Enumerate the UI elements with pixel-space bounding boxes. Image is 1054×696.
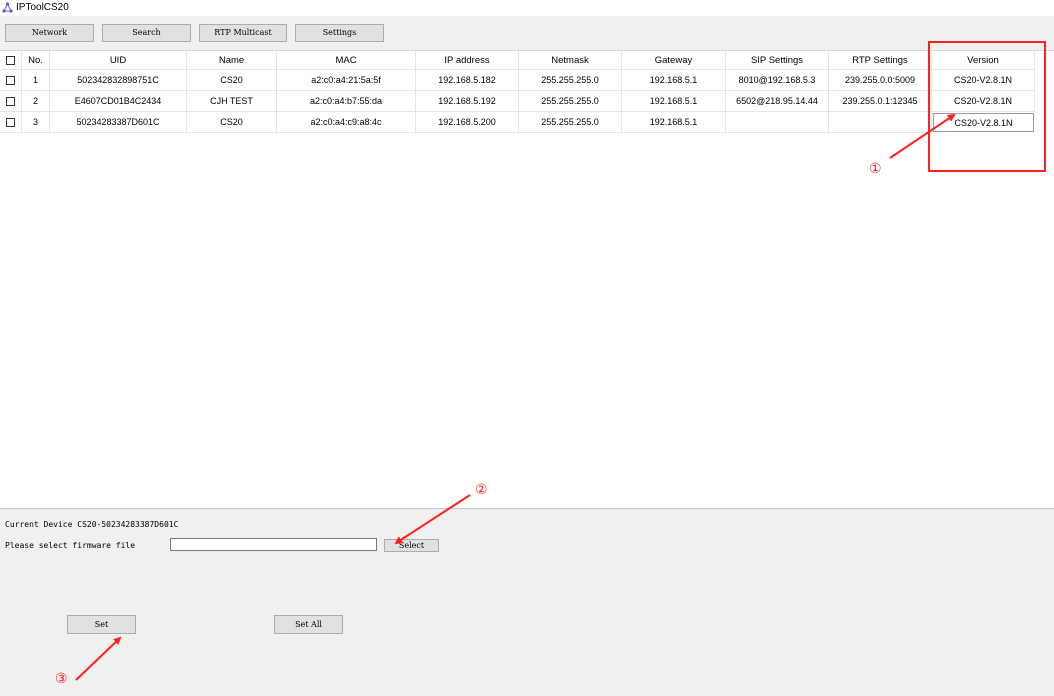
step2-number: ② (475, 481, 488, 497)
firmware-file-input[interactable] (170, 538, 377, 551)
cell-sip: 6502@218.95.14.44 (726, 91, 829, 112)
table-row[interactable]: 1 502342832898751C CS20 a2:c0:a4:21:5a:5… (0, 70, 1054, 91)
column-header-ip[interactable]: IP address (416, 51, 519, 70)
step1-number: ① (869, 160, 882, 176)
column-header-gateway[interactable]: Gateway (622, 51, 726, 70)
set-button[interactable]: Set (67, 615, 136, 634)
table-row[interactable]: 2 E4607CD01B4C2434 CJH TEST a2:c0:a4:b7:… (0, 91, 1054, 112)
settings-button[interactable]: Settings (295, 24, 384, 42)
cell-sip: 8010@192.168.5.3 (726, 70, 829, 91)
cell-uid: E4607CD01B4C2434 (50, 91, 187, 112)
current-device-label: Current Device CS20-50234283387D601C (5, 520, 179, 529)
cell-name: CS20 (187, 112, 277, 133)
table-header: No. UID Name MAC IP address Netmask Gate… (0, 51, 1054, 70)
network-app-icon (2, 2, 13, 13)
device-table: No. UID Name MAC IP address Netmask Gate… (0, 50, 1054, 509)
title-bar: IPToolCS20 (0, 0, 1054, 16)
column-header-rtp[interactable]: RTP Settings (829, 51, 932, 70)
cell-sip (726, 112, 829, 133)
cell-no: 3 (22, 112, 50, 133)
table-row[interactable]: 3 50234283387D601C CS20 a2:c0:a4:c9:a8:4… (0, 112, 1054, 133)
search-button[interactable]: Search (102, 24, 191, 42)
cell-ip: 192.168.5.192 (416, 91, 519, 112)
cell-netmask: 255.255.255.0 (519, 70, 622, 91)
row-checkbox[interactable] (6, 75, 15, 85)
version-highlight-box (928, 41, 1046, 172)
column-header-netmask[interactable]: Netmask (519, 51, 622, 70)
cell-rtp: 239.255.0.0:5009 (829, 70, 932, 91)
cell-netmask: 255.255.255.0 (519, 91, 622, 112)
column-header-uid[interactable]: UID (50, 51, 187, 70)
row-checkbox[interactable] (6, 117, 15, 127)
select-all-cell (0, 51, 22, 70)
cell-rtp: 239.255.0.1:12345 (829, 91, 932, 112)
cell-rtp (829, 112, 932, 133)
arrow-step3-icon (75, 636, 122, 681)
cell-gateway: 192.168.5.1 (622, 91, 726, 112)
cell-name: CJH TEST (187, 91, 277, 112)
step3-number: ③ (55, 670, 68, 686)
network-button[interactable]: Network (5, 24, 94, 42)
select-all-checkbox[interactable] (6, 55, 15, 65)
cell-netmask: 255.255.255.0 (519, 112, 622, 133)
column-header-no[interactable]: No. (22, 51, 50, 70)
column-header-sip[interactable]: SIP Settings (726, 51, 829, 70)
cell-no: 2 (22, 91, 50, 112)
column-header-mac[interactable]: MAC (277, 51, 416, 70)
cell-mac: a2:c0:a4:c9:a8:4c (277, 112, 416, 133)
cell-name: CS20 (187, 70, 277, 91)
cell-ip: 192.168.5.200 (416, 112, 519, 133)
rtp-multicast-button[interactable]: RTP Multicast (199, 24, 287, 42)
cell-no: 1 (22, 70, 50, 91)
firmware-file-label: Please select firmware file (5, 541, 136, 550)
cell-mac: a2:c0:a4:21:5a:5f (277, 70, 416, 91)
cell-uid: 502342832898751C (50, 70, 187, 91)
cell-gateway: 192.168.5.1 (622, 70, 726, 91)
cell-mac: a2:c0:a4:b7:55:da (277, 91, 416, 112)
select-firmware-button[interactable]: Select (384, 539, 439, 552)
column-header-name[interactable]: Name (187, 51, 277, 70)
set-all-button[interactable]: Set All (274, 615, 343, 634)
window-title: IPToolCS20 (16, 2, 69, 13)
row-checkbox[interactable] (6, 96, 15, 106)
cell-gateway: 192.168.5.1 (622, 112, 726, 133)
cell-ip: 192.168.5.182 (416, 70, 519, 91)
cell-uid: 50234283387D601C (50, 112, 187, 133)
